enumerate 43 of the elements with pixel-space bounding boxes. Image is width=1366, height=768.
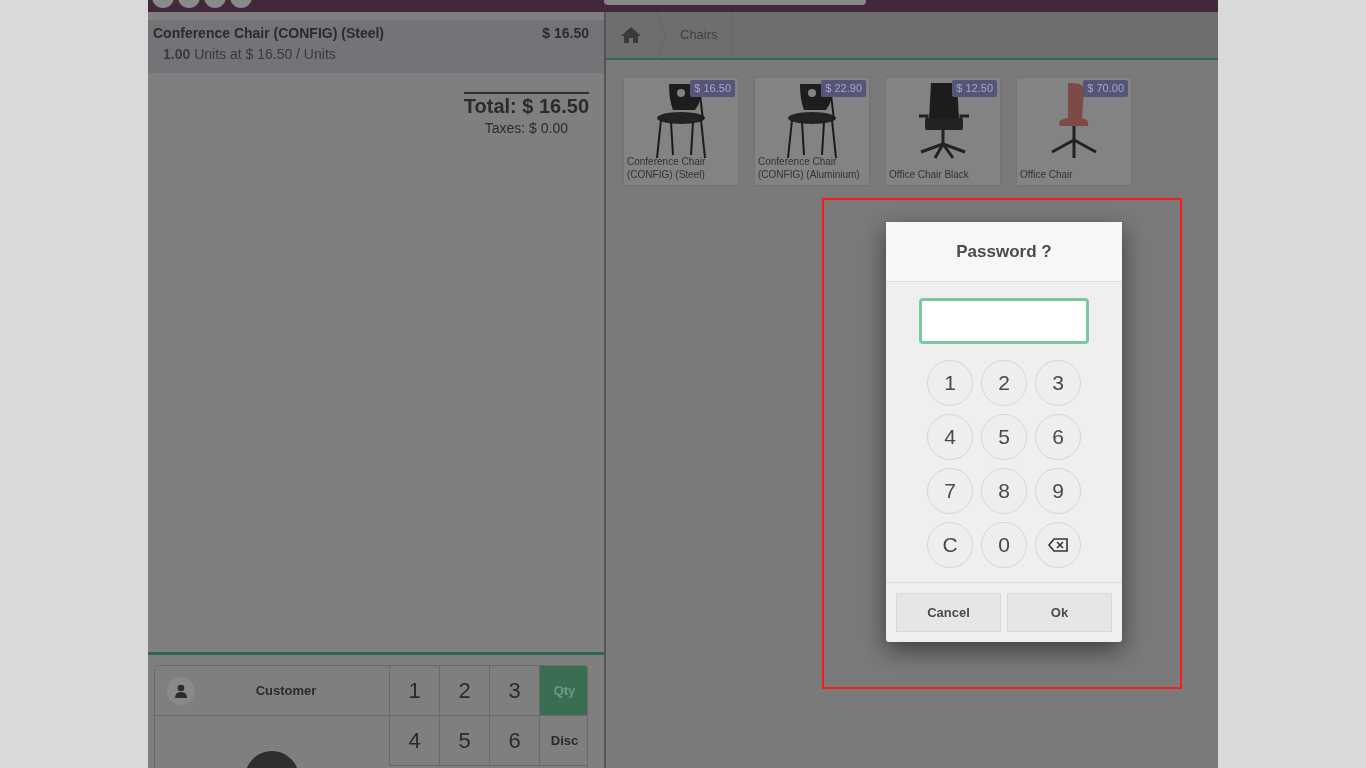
keypad-key[interactable]: 0 bbox=[981, 522, 1027, 568]
keypad-key[interactable]: 8 bbox=[981, 468, 1027, 514]
ok-button[interactable]: Ok bbox=[1007, 593, 1112, 632]
keypad-key[interactable]: 1 bbox=[927, 360, 973, 406]
backspace-icon[interactable] bbox=[1035, 522, 1081, 568]
numpad-key[interactable]: 5 bbox=[439, 716, 489, 766]
numpad-key[interactable]: 6 bbox=[489, 716, 539, 766]
product-name: Conference Chair (CONFIG) (Aluminium) bbox=[758, 155, 861, 181]
product-name: Office Chair Black bbox=[889, 168, 970, 181]
keypad-key[interactable]: 3 bbox=[1035, 360, 1081, 406]
password-field[interactable] bbox=[919, 298, 1089, 344]
product-name: Conference Chair (CONFIG) (Steel) bbox=[627, 155, 707, 181]
product-card[interactable]: $ 70.00 Office Chair bbox=[1017, 78, 1131, 185]
price-tag: $ 22.90 bbox=[821, 80, 866, 97]
keypad-key[interactable]: C bbox=[927, 522, 973, 568]
keypad-key[interactable]: 7 bbox=[927, 468, 973, 514]
numpad-key[interactable]: 4 bbox=[389, 716, 439, 766]
person-icon bbox=[167, 676, 195, 705]
numpad-key[interactable]: 1 bbox=[389, 666, 439, 716]
dialog-title: Password ? bbox=[886, 222, 1122, 282]
cancel-button[interactable]: Cancel bbox=[896, 593, 1001, 632]
order-total: Total: $ 16.50 bbox=[463, 94, 589, 118]
product-name: Office Chair bbox=[1020, 168, 1074, 181]
line-detail: Units at $ 16.50 / Units bbox=[194, 46, 336, 62]
order-taxes: Taxes: $ 0.00 bbox=[483, 119, 569, 138]
keypad-key[interactable]: 2 bbox=[981, 360, 1027, 406]
keypad-key[interactable]: 6 bbox=[1035, 414, 1081, 460]
customer-button[interactable]: Customer bbox=[155, 666, 389, 716]
price-tag: $ 12.50 bbox=[952, 80, 997, 97]
product-name: Conference Chair (CONFIG) (Steel) bbox=[153, 24, 385, 43]
product-card[interactable]: $ 12.50 Office Chair Black bbox=[886, 78, 1000, 185]
keypad-key[interactable]: 4 bbox=[927, 414, 973, 460]
numpad-key[interactable]: 2 bbox=[439, 666, 489, 716]
product-card[interactable]: $ 22.90 Conference Chair (CONFIG) (Aluminium) bbox=[755, 78, 869, 185]
price-tag: $ 16.50 bbox=[690, 80, 735, 97]
numpad-key[interactable]: 3 bbox=[489, 666, 539, 716]
price-tag: $ 70.00 bbox=[1083, 80, 1128, 97]
keypad-key[interactable]: 9 bbox=[1035, 468, 1081, 514]
keypad-key[interactable]: 5 bbox=[981, 414, 1027, 460]
mode-button[interactable]: Disc bbox=[539, 716, 587, 766]
line-price: $ 16.50 bbox=[542, 24, 589, 43]
product-card[interactable]: $ 16.50 Conference Chair (CONFIG) (Steel) bbox=[624, 78, 738, 185]
line-quantity: 1.00 bbox=[163, 46, 191, 62]
